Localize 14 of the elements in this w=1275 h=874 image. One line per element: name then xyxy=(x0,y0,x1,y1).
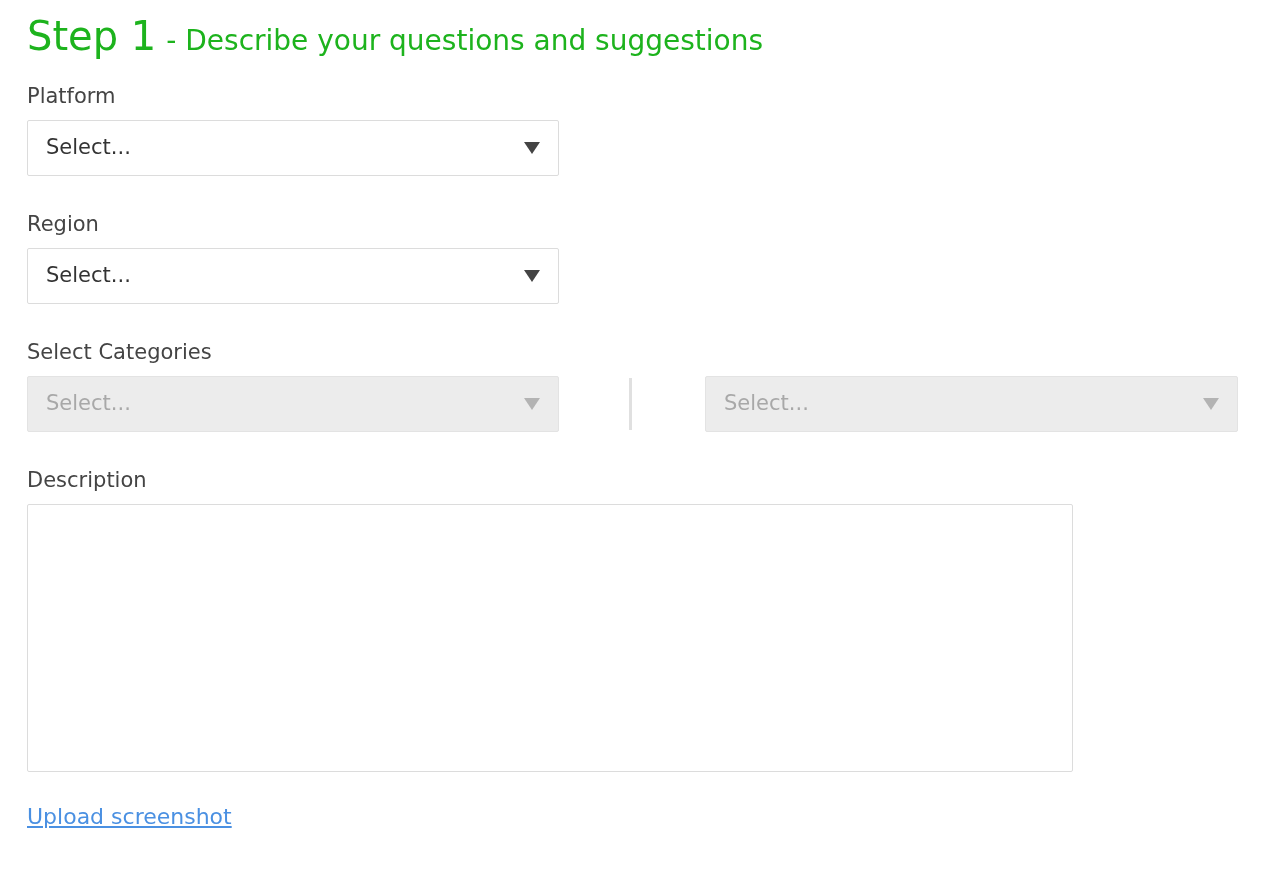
caret-icon xyxy=(524,398,540,410)
field-label: Description xyxy=(27,467,148,494)
field-label: Select Categories xyxy=(27,339,213,366)
description-field[interactable] xyxy=(27,504,1073,772)
caret-icon xyxy=(524,270,540,282)
caret-icon xyxy=(1203,398,1219,410)
step-number: Step 1 xyxy=(27,12,157,61)
upload-screenshot-link[interactable]: Upload screenshot xyxy=(27,800,232,833)
select-dropdown[interactable]: Select... xyxy=(27,248,559,304)
select-dropdown[interactable]: Select... xyxy=(27,120,559,176)
caret-icon xyxy=(524,142,540,154)
field-label: Platform xyxy=(27,83,117,110)
field-label: Region xyxy=(27,211,100,238)
step-title: - Describe your questions and suggestions xyxy=(166,23,764,59)
